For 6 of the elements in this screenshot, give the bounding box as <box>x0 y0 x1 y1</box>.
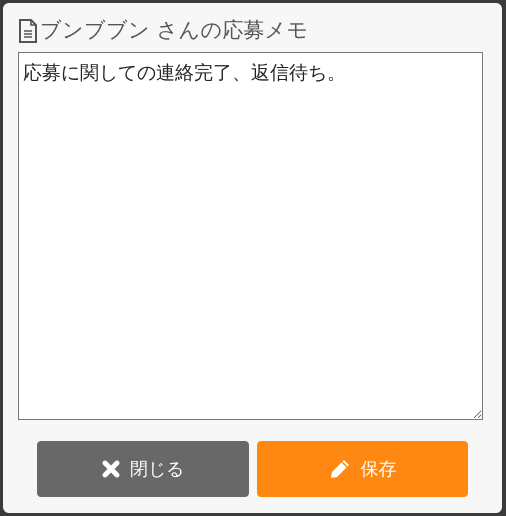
document-icon <box>18 19 38 43</box>
memo-field[interactable]: 応募に関しての連絡完了、返信待ち。 <box>18 52 483 420</box>
dialog-title: ブンブブン さんの応募メモ <box>40 17 309 44</box>
close-icon <box>102 460 120 478</box>
pencil-icon <box>328 458 350 480</box>
close-button[interactable]: 閉じる <box>37 441 249 497</box>
